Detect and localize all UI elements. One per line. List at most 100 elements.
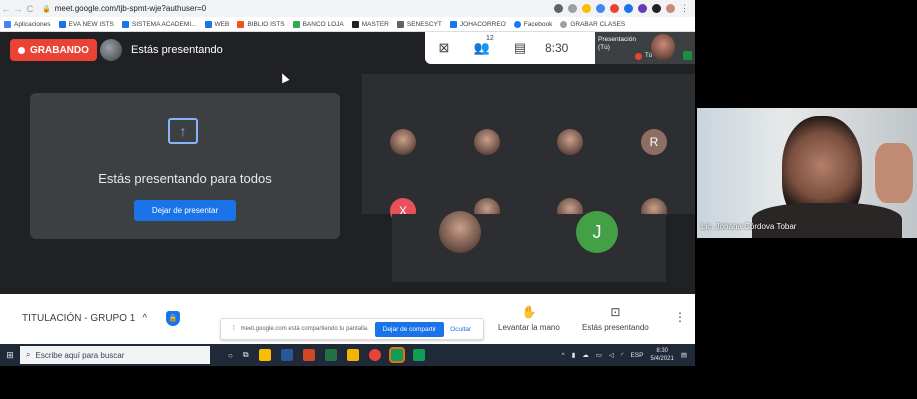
bookmark-icon xyxy=(449,20,457,28)
cortana-icon[interactable]: ○ xyxy=(228,351,233,360)
meet-stage: GRABANDO Estás presentando ⊠ 👥 12 ▤ 8:30 … xyxy=(0,32,695,294)
screen-sharing-notice: ⁞ meet.google.com está compartiendo tu p… xyxy=(220,318,484,340)
search-icon: ⌕ xyxy=(26,350,31,359)
hand-icon: ✋ xyxy=(521,305,537,319)
apps-icon xyxy=(4,20,11,28)
bookmark-item[interactable]: SENESCYT xyxy=(396,20,442,28)
drag-handle-icon[interactable]: ⁞ xyxy=(233,326,235,332)
bookmark-icon xyxy=(560,20,568,28)
participant-grid: R X xyxy=(362,74,695,224)
task-view-icon[interactable]: ⧉ xyxy=(243,350,249,360)
bookmark-icon xyxy=(58,20,66,28)
volume-icon[interactable]: ◁ xyxy=(609,351,614,359)
back-icon[interactable]: ← xyxy=(0,4,12,14)
extension-icon[interactable] xyxy=(638,4,647,13)
speaker-hand xyxy=(875,143,913,203)
recording-badge: GRABANDO xyxy=(10,39,97,61)
lock-icon: 🔒 xyxy=(42,5,51,13)
bookmark-icon xyxy=(237,20,245,28)
taskbar-search[interactable]: ⌕ Escribe aquí para buscar xyxy=(20,346,210,364)
chrome-icon[interactable] xyxy=(368,349,381,361)
excel-icon[interactable] xyxy=(324,349,337,361)
profile-avatar[interactable] xyxy=(666,4,675,13)
participant-avatar[interactable] xyxy=(390,129,416,155)
windows-start-icon[interactable]: ⊞ xyxy=(0,350,20,361)
participant-avatar[interactable] xyxy=(474,129,500,155)
black-border xyxy=(0,366,695,399)
word-icon[interactable] xyxy=(280,349,293,361)
menu-icon[interactable]: ⋮ xyxy=(680,3,689,14)
cast-icon[interactable] xyxy=(554,4,563,13)
bookmark-item[interactable]: GRABAR CLASES xyxy=(560,20,625,28)
bookmark-item[interactable]: Facebook xyxy=(513,20,552,28)
wifi-icon[interactable]: ◜ xyxy=(621,351,624,359)
present-screen-icon: ↑ xyxy=(168,118,198,144)
star-icon[interactable] xyxy=(582,4,591,13)
host-controls-icon[interactable]: 🔒 xyxy=(166,311,180,326)
extension-icon[interactable] xyxy=(624,4,633,13)
bookmark-icon xyxy=(396,20,404,28)
taskbar-apps: ○ ⧉ xyxy=(228,347,425,363)
notifications-icon[interactable]: ▤ xyxy=(681,351,687,359)
powerpoint-icon[interactable] xyxy=(302,349,315,361)
language-indicator[interactable]: ESP xyxy=(630,352,643,359)
taskbar-clock[interactable]: 8:30 5/4/2021 xyxy=(650,347,673,363)
cloud-icon[interactable]: ☁ xyxy=(582,351,589,359)
audio-indicator-icon xyxy=(683,51,692,60)
screen-share-view: ← → C 🔒 meet.google.com/tjb-spmt-wje?aut… xyxy=(0,0,695,399)
meeting-controls-bar: TITULACIÓN - GRUPO 1 ^ 🔒 ⁞ meet.google.c… xyxy=(0,294,695,344)
reload-icon[interactable]: C xyxy=(24,4,36,14)
extension-icon[interactable] xyxy=(596,4,605,13)
speaker-body xyxy=(752,203,902,238)
chat-icon[interactable]: ▤ xyxy=(501,40,539,56)
stop-sharing-button[interactable]: Dejar de compartir xyxy=(374,321,445,337)
puzzle-icon[interactable] xyxy=(652,4,661,13)
participant-avatar[interactable] xyxy=(557,129,583,155)
battery-icon[interactable]: ▭ xyxy=(596,351,602,359)
bookmark-item[interactable]: Aplicaciones xyxy=(4,20,51,28)
bookmark-item[interactable]: SISTEMA ACADEMI... xyxy=(121,20,197,28)
extensions: ⋮ xyxy=(554,3,695,14)
address-bar[interactable]: 🔒 meet.google.com/tjb-spmt-wje?authuser=… xyxy=(42,4,402,13)
bookmark-item[interactable]: EVA NEW ISTS xyxy=(58,20,114,28)
hide-notice-button[interactable]: Ocultar xyxy=(450,326,471,333)
stop-presenting-button[interactable]: Dejar de presentar xyxy=(134,200,236,221)
bookmark-icon xyxy=(121,20,129,28)
facebook-icon xyxy=(513,20,521,28)
self-view-tile[interactable]: Presentación (Tú) Tú xyxy=(595,32,695,64)
usb-icon[interactable]: ▮ xyxy=(572,351,576,359)
meet-app-icon[interactable] xyxy=(412,349,425,361)
bookmark-item[interactable]: JOHACORREO xyxy=(449,20,506,28)
url-text: meet.google.com/tjb-spmt-wje?authuser=0 xyxy=(54,4,207,13)
mic-off-icon xyxy=(635,53,642,60)
participant-avatar[interactable]: J xyxy=(576,211,618,253)
chevron-up-icon[interactable]: ^ xyxy=(562,352,565,359)
participant-avatar[interactable] xyxy=(439,211,481,253)
zoom-icon[interactable] xyxy=(568,4,577,13)
mouse-cursor-icon xyxy=(278,71,290,84)
extension-icon[interactable] xyxy=(610,4,619,13)
browser-toolbar: ← → C 🔒 meet.google.com/tjb-spmt-wje?aut… xyxy=(0,0,695,17)
meeting-time: 8:30 xyxy=(545,41,569,55)
layout-icon[interactable]: ⊠ xyxy=(425,40,463,56)
more-options-icon[interactable]: ⋮ xyxy=(674,310,686,324)
bookmark-item[interactable]: MASTER xyxy=(351,20,389,28)
bookmark-item[interactable]: WEB xyxy=(204,20,229,28)
raise-hand-button[interactable]: ✋ Levantar la mano xyxy=(498,305,560,332)
present-screen-icon: ⊡ xyxy=(610,305,621,319)
bookmark-icon xyxy=(204,20,212,28)
self-name: Tú xyxy=(645,53,653,59)
bookmark-icon xyxy=(292,20,300,28)
bookmark-item[interactable]: BANCO LOJA xyxy=(292,20,344,28)
store-icon[interactable] xyxy=(258,349,271,361)
bookmark-item[interactable]: BIBLIO ISTS xyxy=(237,20,285,28)
participants-icon[interactable]: 👥 12 xyxy=(463,35,501,56)
participant-avatar[interactable]: R xyxy=(641,129,667,155)
meet-app-icon[interactable] xyxy=(388,347,405,363)
meeting-details[interactable]: TITULACIÓN - GRUPO 1 ^ xyxy=(22,313,147,324)
present-button[interactable]: ⊡ Estás presentando xyxy=(582,305,649,332)
folder-icon[interactable] xyxy=(346,349,359,361)
presenting-message: Estás presentando para todos xyxy=(98,171,272,186)
presenting-indicator: Estás presentando xyxy=(100,39,223,61)
forward-icon[interactable]: → xyxy=(12,4,24,14)
